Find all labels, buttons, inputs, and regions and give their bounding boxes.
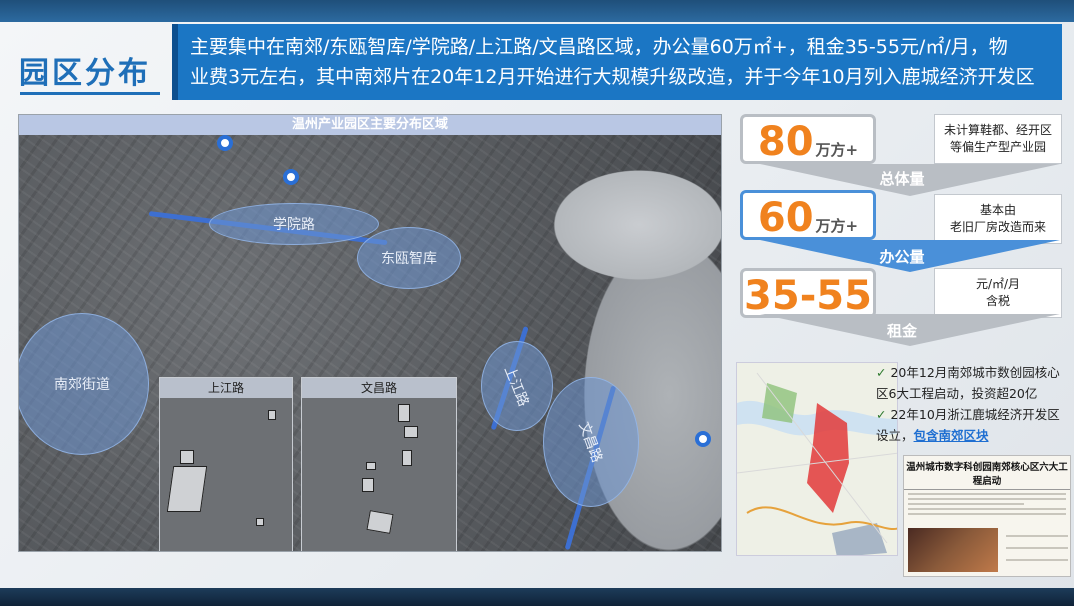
bullet-text: 20年12月南郊城市数创园核心区6大工程启动，投资超20亿 xyxy=(876,365,1060,401)
page-title: 园区分布 xyxy=(19,56,151,91)
zone-label: 上江路 xyxy=(500,363,532,409)
zone-xueyuan-road[interactable]: 学院路 xyxy=(209,203,379,245)
stat-label: 租金 xyxy=(886,322,917,340)
newspaper-headline: 温州城市数字科创园南郊核心区六大工程启动 xyxy=(904,456,1070,490)
bullet-item: ✓ 22年10月浙江鹿城经济开发区设立，包含南郊区块 xyxy=(876,404,1072,446)
building-footprint xyxy=(180,450,194,464)
bullet-highlight: 包含南郊区块 xyxy=(913,428,989,443)
building-footprint xyxy=(366,510,394,534)
inset-title: 文昌路 xyxy=(302,378,456,398)
building-footprint xyxy=(402,450,412,466)
building-footprint xyxy=(366,462,376,470)
text-line xyxy=(1006,535,1068,537)
note-line: 未计算鞋都、经开区 xyxy=(943,123,1052,137)
zone-label: 文昌路 xyxy=(575,419,605,465)
stat-label: 总体量 xyxy=(879,170,925,188)
note-line: 基本由 xyxy=(979,203,1016,217)
zone-label: 学院路 xyxy=(273,217,315,233)
text-line xyxy=(908,508,1066,510)
stat-note: 未计算鞋都、经开区 等偏生产型产业园 xyxy=(934,114,1062,164)
text-line xyxy=(908,493,1066,495)
building-footprint xyxy=(362,478,374,492)
top-decoration-strip xyxy=(0,0,1074,22)
text-line xyxy=(908,498,1066,500)
stat-value: 35-55 xyxy=(744,273,872,319)
text-line xyxy=(1006,559,1068,561)
checkmark-icon: ✓ xyxy=(876,365,887,380)
newspaper-clipping: 温州城市数字科创园南郊核心区六大工程启动 xyxy=(903,455,1071,577)
zone-wenchang-road[interactable]: 文昌路 xyxy=(543,377,639,507)
title-underline xyxy=(20,92,160,95)
building-footprint xyxy=(268,410,276,420)
stat-rent: 35-55 xyxy=(740,268,876,319)
summary-banner: 主要集中在南郊/东瓯智库/学院路/上江路/文昌路区域，办公量60万㎡+，租金35… xyxy=(172,24,1062,100)
text-line xyxy=(1006,547,1068,549)
zone-dongou-think-tank[interactable]: 东瓯智库 xyxy=(357,227,461,289)
building-footprint xyxy=(166,466,208,512)
text-line xyxy=(908,503,1025,505)
note-line: 老旧厂房改造而来 xyxy=(949,220,1046,234)
summary-line-1: 主要集中在南郊/东瓯智库/学院路/上江路/文昌路区域，办公量60万㎡+，租金35… xyxy=(190,36,1008,58)
stat-office-volume: 60 万方+ xyxy=(740,190,876,241)
stat-value: 60 xyxy=(757,195,814,241)
location-pin[interactable] xyxy=(217,135,233,151)
inset-shangjiang: 上江路 xyxy=(159,377,293,551)
map-header: 温州产业园区主要分布区域 xyxy=(19,115,721,135)
stat-unit: 万方+ xyxy=(815,141,859,159)
title-box: 园区分布 xyxy=(0,44,170,96)
zone-shangjiang-road[interactable]: 上江路 xyxy=(481,341,553,431)
building-footprint xyxy=(404,426,418,438)
checkmark-icon: ✓ xyxy=(876,407,887,422)
stat-total-volume: 80 万方+ xyxy=(740,114,876,165)
bullet-list: ✓ 20年12月南郊城市数创园核心区6大工程启动，投资超20亿 ✓ 22年10月浙江… xyxy=(876,362,1072,446)
inset-title: 上江路 xyxy=(160,378,292,398)
zone-label: 东瓯智库 xyxy=(381,251,437,267)
note-line: 含税 xyxy=(985,294,1010,308)
stat-unit: 万方+ xyxy=(815,217,859,235)
bottom-decoration-strip xyxy=(0,588,1074,606)
inset-wenchang: 文昌路 xyxy=(301,377,457,551)
text-line xyxy=(908,513,1066,515)
stat-label: 办公量 xyxy=(879,248,925,266)
summary-line-2: 业费3元左右，其中南郊片在20年12月开始进行大规模升级改造，并于今年10月列入… xyxy=(190,66,1035,88)
location-pin[interactable] xyxy=(283,169,299,185)
location-pin[interactable] xyxy=(695,431,711,447)
stat-note: 元/㎡/月含税 xyxy=(934,268,1062,318)
newspaper-photo xyxy=(908,528,998,572)
note-line: 元/㎡/月 xyxy=(975,277,1021,291)
stat-note: 基本由老旧厂房改造而来 xyxy=(934,194,1062,244)
building-footprint xyxy=(256,518,264,526)
note-line: 等偏生产型产业园 xyxy=(949,140,1046,154)
zone-nanjiao-street[interactable]: 南郊街道 xyxy=(19,313,149,455)
stat-value: 80 xyxy=(757,119,814,165)
zone-label: 南郊街道 xyxy=(54,377,110,393)
mini-map-graphic xyxy=(737,363,897,555)
building-footprint xyxy=(398,404,410,422)
map-panel: 温州产业园区主要分布区域 学院路 东瓯智库 南郊街道 上江路 文昌路 上江路 文… xyxy=(18,114,722,552)
bullet-item: ✓ 20年12月南郊城市数创园核心区6大工程启动，投资超20亿 xyxy=(876,362,1072,404)
district-mini-map xyxy=(736,362,898,556)
